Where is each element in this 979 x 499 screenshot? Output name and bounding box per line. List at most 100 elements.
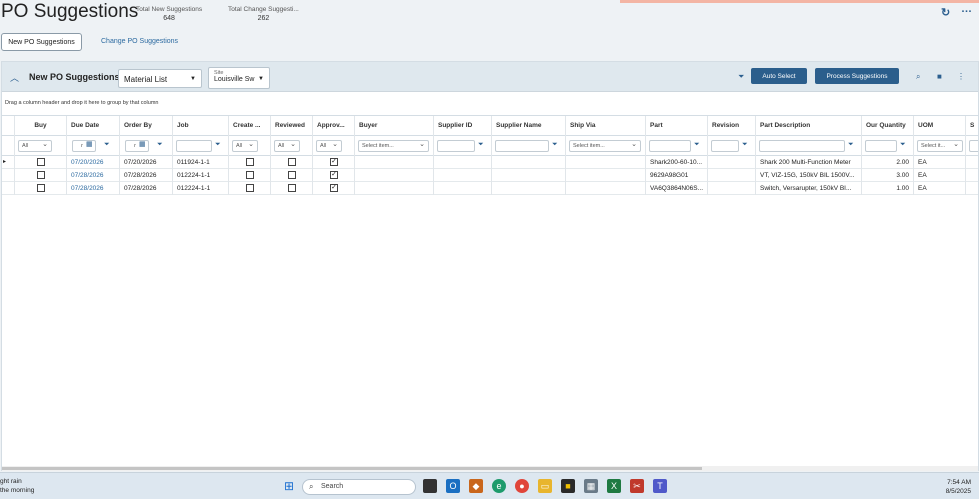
checkbox[interactable]: ✓ (330, 158, 338, 166)
excel-icon[interactable]: X (607, 479, 621, 493)
filter-approved[interactable]: All ⌄ (312, 136, 354, 156)
filter-icon[interactable]: ⏷ (848, 141, 854, 149)
filter-revision[interactable]: ⏷ (707, 136, 755, 156)
view-select[interactable]: Material List ▼ (118, 69, 202, 88)
col-header-order-by[interactable]: Order By (119, 116, 172, 136)
filter-icon[interactable]: ⏷ (742, 141, 748, 149)
filter-icon[interactable]: ⏷ (738, 72, 744, 82)
tab-new-po-suggestions[interactable]: New PO Suggestions (1, 33, 82, 51)
filter-buyer-select[interactable]: Select item... ⌄ (358, 140, 429, 152)
filter-buy[interactable]: All ⌄ (14, 136, 66, 156)
refresh-icon[interactable]: ↻ (941, 6, 950, 19)
filter-ship-via-select[interactable]: Select item... ⌄ (569, 140, 641, 152)
col-header-buy[interactable]: Buy (14, 116, 66, 136)
filter-approved-select[interactable]: All ⌄ (316, 140, 342, 152)
filter-our-quantity-input[interactable] (865, 140, 897, 152)
checkbox[interactable] (246, 158, 254, 166)
checkbox[interactable]: ✓ (330, 184, 338, 192)
filter-part[interactable]: ⏷ (645, 136, 707, 156)
filter-reviewed[interactable]: All ⌄ (270, 136, 312, 156)
checkbox[interactable] (37, 184, 45, 192)
checkbox[interactable]: ✓ (330, 171, 338, 179)
more-icon[interactable]: … (961, 3, 972, 15)
filter-icon[interactable]: ⏷ (478, 141, 484, 149)
checkbox[interactable] (288, 158, 296, 166)
filter-part-description[interactable]: ⏷ (755, 136, 861, 156)
filter-supplier-id-input[interactable] (437, 140, 475, 152)
col-header-s[interactable]: S (965, 116, 978, 136)
taskbar-search[interactable]: ⌕ Search (302, 479, 416, 495)
filter-due-date[interactable]: r ▦ ⏷ (66, 136, 119, 156)
table-row[interactable]: ▸ 07/20/2026 07/20/2026 011924-1-1 ✓ Shark200… (2, 156, 978, 169)
col-header-buyer[interactable]: Buyer (354, 116, 433, 136)
col-header-ship-via[interactable]: Ship Via (565, 116, 645, 136)
collapse-chevron-icon[interactable]: ︿ (10, 71, 19, 84)
col-header-create[interactable]: Create ... (228, 116, 270, 136)
file-explorer-icon[interactable]: ▭ (538, 479, 552, 493)
checkbox[interactable] (246, 171, 254, 179)
task-view-icon[interactable] (423, 479, 437, 493)
search-icon[interactable]: ⌕ (916, 72, 920, 82)
calendar-icon[interactable]: ▦ (86, 140, 93, 148)
checkbox[interactable] (288, 171, 296, 179)
col-header-job[interactable]: Job (172, 116, 228, 136)
col-header-our-quantity[interactable]: Our Quantity (861, 116, 913, 136)
calendar-icon[interactable]: ▦ (139, 140, 146, 148)
edge-icon[interactable]: e (492, 479, 506, 493)
checkbox[interactable] (246, 184, 254, 192)
filter-icon[interactable]: ⏷ (694, 141, 700, 149)
tab-change-po-suggestions[interactable]: Change PO Suggestions (101, 38, 178, 45)
app-icon[interactable]: ◆ (469, 479, 483, 493)
filter-ship-via[interactable]: Select item... ⌄ (565, 136, 645, 156)
chrome-icon[interactable]: ● (515, 479, 529, 493)
more-vertical-icon[interactable]: ⋮ (957, 72, 965, 81)
scrollbar-thumb[interactable] (2, 467, 702, 470)
checkbox[interactable] (37, 158, 45, 166)
filter-s[interactable] (965, 136, 978, 156)
filter-revision-input[interactable] (711, 140, 739, 152)
filter-part-description-input[interactable] (759, 140, 845, 152)
filter-icon[interactable]: ⏷ (900, 141, 906, 149)
filter-uom-select[interactable]: Select it... ⌄ (917, 140, 963, 152)
col-header-reviewed[interactable]: Reviewed (270, 116, 312, 136)
save-icon[interactable]: ■ (937, 72, 942, 81)
filter-icon[interactable]: ⏷ (215, 141, 221, 149)
filter-supplier-name-input[interactable] (495, 140, 549, 152)
windows-start-icon[interactable]: ⊞ (282, 479, 296, 493)
filter-job-input[interactable] (176, 140, 212, 152)
filter-part-input[interactable] (649, 140, 691, 152)
filter-icon[interactable]: ⏷ (157, 141, 163, 149)
filter-s-input[interactable] (969, 140, 978, 152)
weather-widget[interactable]: ght rain the morning (0, 477, 34, 495)
checkbox[interactable] (37, 171, 45, 179)
cell-due-date[interactable]: 07/28/2026 (66, 169, 119, 182)
table-row[interactable]: 07/28/2026 07/28/2026 012224-1-1 ✓ VA6Q3864N… (2, 182, 978, 195)
filter-uom[interactable]: Select it... ⌄ (913, 136, 965, 156)
filter-create-select[interactable]: All ⌄ (232, 140, 258, 152)
checkbox[interactable] (288, 184, 296, 192)
col-header-uom[interactable]: UOM (913, 116, 965, 136)
col-header-supplier-id[interactable]: Supplier ID (433, 116, 491, 136)
filter-order-by[interactable]: r ▦ ⏷ (119, 136, 172, 156)
col-header-due-date[interactable]: Due Date (66, 116, 119, 136)
cell-due-date[interactable]: 07/20/2026 (66, 156, 119, 169)
col-header-approved[interactable]: Approv... (312, 116, 354, 136)
filter-create[interactable]: All ⌄ (228, 136, 270, 156)
calculator-icon[interactable]: ▦ (584, 479, 598, 493)
filter-job[interactable]: ⏷ (172, 136, 228, 156)
sticky-notes-icon[interactable]: ■ (561, 479, 575, 493)
filter-supplier-id[interactable]: ⏷ (433, 136, 491, 156)
snipping-tool-icon[interactable]: ✂ (630, 479, 644, 493)
filter-icon[interactable]: ⏷ (552, 141, 558, 149)
col-header-part-description[interactable]: Part Description (755, 116, 861, 136)
table-row[interactable]: 07/28/2026 07/28/2026 012224-1-1 ✓ 9629A98G0… (2, 169, 978, 182)
col-header-revision[interactable]: Revision (707, 116, 755, 136)
col-header-supplier-name[interactable]: Supplier Name (491, 116, 565, 136)
auto-select-button[interactable]: Auto Select (751, 68, 807, 84)
filter-buy-select[interactable]: All ⌄ (18, 140, 52, 152)
teams-icon[interactable]: T (653, 479, 667, 493)
filter-reviewed-select[interactable]: All ⌄ (274, 140, 300, 152)
system-clock[interactable]: 7:54 AM 8/5/2025 (946, 478, 971, 496)
horizontal-scrollbar[interactable] (2, 466, 978, 471)
col-header-part[interactable]: Part (645, 116, 707, 136)
